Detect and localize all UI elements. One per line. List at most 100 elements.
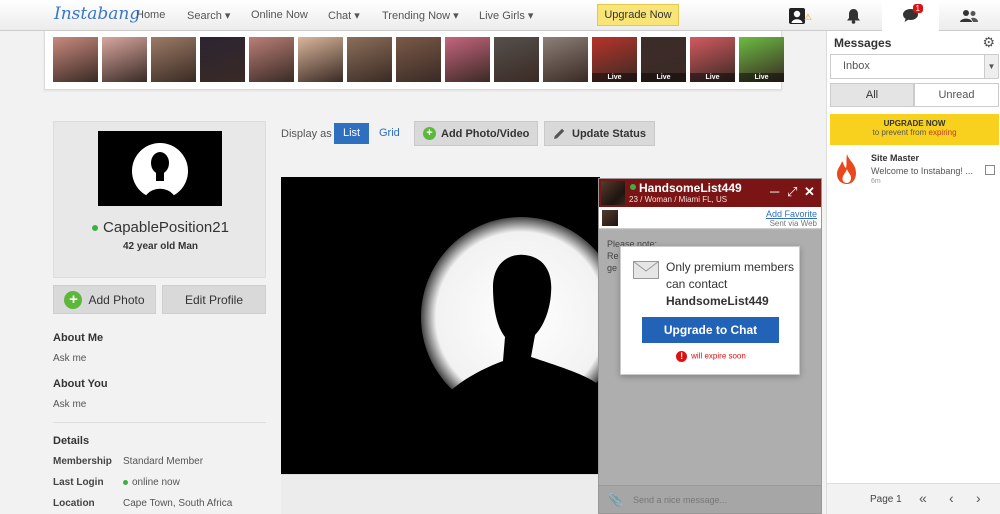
profile-alert-button[interactable]: ⚠ — [768, 0, 825, 31]
chat-message-input[interactable]: Send a nice message... — [633, 495, 727, 505]
member-photo-strip: Live Live Live Live — [44, 31, 784, 90]
message-preview: Welcome to Instabang! ... — [871, 166, 973, 176]
messages-title: Messages — [834, 36, 892, 50]
top-nav: Instabang Home Search ▾ Online Now Chat … — [0, 0, 1000, 31]
add-photo-button[interactable]: + Add Photo — [53, 285, 156, 314]
users-icon — [959, 9, 978, 22]
next-page-icon[interactable]: › — [976, 490, 981, 506]
profile-username: CapablePosition21 — [54, 219, 267, 236]
warning-icon: ⚠ — [803, 12, 812, 22]
message-list-item[interactable]: Site Master Welcome to Instabang! ... 6m — [830, 149, 999, 189]
list-view-toggle[interactable]: List — [334, 123, 370, 144]
detail-label-location: Location — [53, 498, 95, 509]
site-logo[interactable]: Instabang — [54, 4, 140, 24]
about-you-text: Ask me — [53, 399, 87, 410]
close-icon[interactable]: ✕ — [804, 185, 815, 199]
upgrade-to-chat-button[interactable]: Upgrade to Chat — [642, 317, 779, 343]
minimize-icon[interactable]: ─ — [770, 185, 779, 199]
tab-unread[interactable]: Unread — [914, 83, 999, 107]
display-as-label: Display as — [281, 128, 332, 140]
member-thumbnail[interactable] — [543, 37, 588, 82]
member-thumbnail[interactable] — [249, 37, 294, 82]
member-thumbnail[interactable] — [151, 37, 196, 82]
detail-value-last-login: online now — [123, 477, 180, 488]
member-thumbnail[interactable] — [494, 37, 539, 82]
gear-icon[interactable]: ⚙ — [982, 34, 995, 51]
about-me-text: Ask me — [53, 353, 87, 364]
chat-contact-thumb[interactable] — [602, 210, 618, 226]
plus-icon: + — [64, 290, 83, 309]
about-me-heading: About Me — [53, 332, 104, 344]
member-thumbnail[interactable] — [298, 37, 343, 82]
member-thumbnail[interactable] — [396, 37, 441, 82]
member-thumbnail[interactable] — [53, 37, 98, 82]
messages-button[interactable]: 1 — [882, 0, 939, 31]
message-sender: Site Master — [871, 153, 920, 163]
nav-online-now[interactable]: Online Now — [251, 9, 308, 21]
page-indicator: Page 1 — [870, 494, 902, 505]
edit-profile-button[interactable]: Edit Profile — [162, 285, 266, 314]
messages-pager: Page 1 « ‹ › — [827, 483, 1000, 514]
online-status-icon — [92, 225, 99, 232]
message-checkbox[interactable] — [985, 165, 995, 175]
envelope-icon — [633, 261, 659, 279]
message-time: 6m — [871, 178, 881, 185]
friends-button[interactable] — [940, 0, 997, 31]
profile-main-photo[interactable] — [281, 177, 600, 474]
messages-panel: Messages ⚙ Inbox ▼ All Unread UPGRADE NO… — [826, 31, 1000, 514]
add-photo-video-button[interactable]: + Add Photo/Video — [414, 121, 539, 146]
nav-trending-now[interactable]: Trending Now ▾ — [382, 9, 459, 22]
first-page-icon[interactable]: « — [919, 490, 927, 506]
member-thumbnail[interactable] — [102, 37, 147, 82]
member-thumbnail[interactable]: Live — [592, 37, 637, 82]
silhouette-photo — [281, 177, 600, 474]
grid-view-toggle[interactable]: Grid — [370, 123, 409, 144]
premium-required-popup: Only premium members can contact Handsom… — [620, 246, 800, 375]
prev-page-icon[interactable]: ‹ — [949, 490, 954, 506]
chat-contact-details: 23 / Woman / Miami FL, US — [629, 195, 728, 204]
premium-message: Only premium members can contact Handsom… — [666, 260, 795, 308]
profile-alert-icon — [788, 7, 805, 24]
online-dot-icon — [123, 479, 128, 485]
member-thumbnail[interactable] — [200, 37, 245, 82]
chat-contact-name[interactable]: HandsomeList449 — [639, 181, 742, 195]
nav-search[interactable]: Search ▾ — [187, 9, 230, 22]
silhouette-avatar-image — [98, 131, 222, 206]
chat-contact-avatar[interactable] — [601, 181, 625, 205]
chat-input-bar[interactable]: 📎 Send a nice message... — [599, 485, 821, 513]
about-you-heading: About You — [53, 378, 108, 390]
upgrade-now-button[interactable]: Upgrade Now — [597, 4, 679, 26]
section-divider — [53, 422, 266, 423]
flame-icon — [837, 154, 856, 184]
online-status-icon — [630, 184, 636, 190]
chevron-down-icon: ▼ — [984, 55, 998, 78]
plus-icon: + — [423, 127, 436, 140]
bell-icon — [847, 8, 860, 24]
nav-home[interactable]: Home — [136, 9, 165, 21]
notifications-button[interactable] — [825, 0, 882, 31]
member-thumbnail[interactable] — [445, 37, 490, 82]
update-status-button[interactable]: Update Status — [544, 121, 655, 146]
details-heading: Details — [53, 435, 90, 447]
expand-icon[interactable]: ⤢ — [787, 185, 797, 199]
member-thumbnail[interactable]: Live — [690, 37, 735, 82]
paperclip-icon[interactable]: 📎 — [608, 493, 623, 507]
profile-avatar[interactable] — [98, 131, 222, 206]
folder-select[interactable]: Inbox ▼ — [830, 54, 999, 79]
notification-count-badge: 1 — [912, 4, 923, 13]
nav-live-girls[interactable]: Live Girls ▾ — [479, 9, 533, 22]
photo-action-bar — [281, 474, 600, 514]
profile-age-gender: 42 year old Man — [122, 241, 199, 252]
member-thumbnail[interactable] — [347, 37, 392, 82]
chat-header[interactable]: HandsomeList449 23 / Woman / Miami FL, U… — [599, 179, 821, 207]
alert-icon: ! — [676, 351, 688, 362]
member-thumbnail[interactable]: Live — [641, 37, 686, 82]
upgrade-banner[interactable]: UPGRADE NOW to prevent from expiring — [830, 114, 999, 145]
member-thumbnail[interactable]: Live — [739, 37, 784, 82]
pencil-icon — [554, 128, 565, 139]
tab-all[interactable]: All — [830, 83, 914, 107]
detail-label-last-login: Last Login — [53, 477, 104, 488]
add-favorite-link[interactable]: Add Favorite — [766, 209, 817, 219]
detail-value-membership: Standard Member — [123, 456, 204, 467]
nav-chat[interactable]: Chat ▾ — [328, 9, 360, 22]
